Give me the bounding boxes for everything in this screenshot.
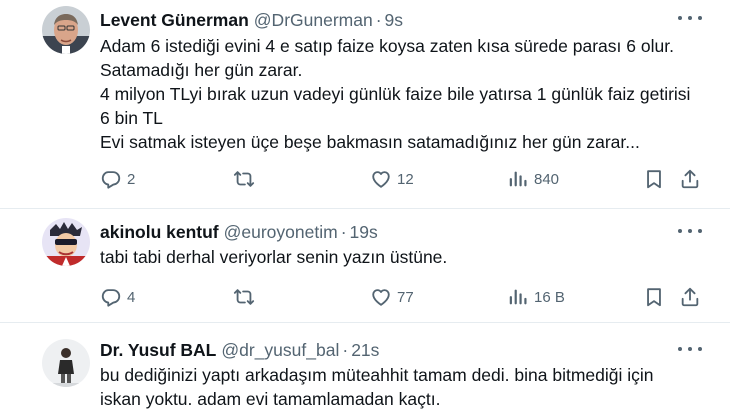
- more-icon[interactable]: [678, 339, 702, 359]
- reply-count: 2: [127, 170, 136, 188]
- avatar[interactable]: [42, 218, 90, 266]
- views-count: 840: [534, 170, 560, 188]
- avatar[interactable]: [42, 339, 90, 387]
- author-handle[interactable]: @dr_yusuf_bal: [221, 340, 339, 361]
- heart-icon: [370, 168, 392, 190]
- views-button[interactable]: 840: [507, 168, 559, 190]
- reply-count: 4: [127, 288, 136, 306]
- text-line: Satamadığı her gün zarar.: [100, 60, 303, 80]
- views-icon: [507, 286, 529, 308]
- avatar[interactable]: [42, 6, 90, 54]
- bookmark-icon: [643, 168, 665, 190]
- tweet-1[interactable]: Levent Günerman @DrGunerman · 9s Adam 6 …: [0, 0, 730, 208]
- share-icon: [679, 286, 701, 308]
- more-icon[interactable]: [678, 221, 702, 241]
- tweet-text: bu dediğinizi yaptı arkadaşım müteahhit …: [100, 363, 700, 411]
- separator: ·: [340, 221, 347, 242]
- text-line: tabi tabi derhal veriyorlar senin yazın …: [100, 247, 448, 267]
- retweet-icon: [233, 286, 255, 308]
- tweet-3[interactable]: Dr. Yusuf BAL @dr_yusuf_bal · 21s bu ded…: [0, 323, 730, 420]
- retweet-button[interactable]: [233, 286, 255, 308]
- bookmark-button[interactable]: [643, 168, 665, 190]
- tweet-actions: 4 77 16 B: [0, 286, 730, 310]
- like-button[interactable]: 77: [370, 286, 414, 308]
- text-line: bu dediğinizi yaptı arkadaşım müteahhit …: [100, 365, 654, 385]
- like-count: 77: [397, 288, 414, 306]
- tweet-text: Adam 6 istediği evini 4 e satıp faize ko…: [100, 34, 700, 154]
- separator: ·: [375, 9, 382, 30]
- author-name[interactable]: akinolu kentuf: [100, 222, 219, 243]
- views-icon: [507, 168, 529, 190]
- text-line: iskan yoktu. adam evi tamamlamadan kaçtı…: [100, 389, 441, 409]
- share-button[interactable]: [679, 168, 701, 190]
- share-button[interactable]: [679, 286, 701, 308]
- reply-icon: [100, 168, 122, 190]
- author-handle[interactable]: @DrGunerman: [254, 10, 373, 31]
- author-name[interactable]: Dr. Yusuf BAL: [100, 340, 216, 361]
- timestamp[interactable]: 19s: [350, 222, 378, 243]
- text-line: Evi satmak isteyen üçe beşe bakmasın sat…: [100, 132, 640, 152]
- tweet-header: akinolu kentuf @euroyonetim · 19s: [100, 221, 378, 243]
- like-count: 12: [397, 170, 414, 188]
- reply-icon: [100, 286, 122, 308]
- timestamp[interactable]: 9s: [385, 10, 403, 31]
- like-button[interactable]: 12: [370, 168, 414, 190]
- tweet-actions: 2 12 840: [0, 168, 730, 192]
- more-icon[interactable]: [678, 8, 702, 28]
- bookmark-icon: [643, 286, 665, 308]
- tweet-header: Levent Günerman @DrGunerman · 9s: [100, 9, 403, 31]
- retweet-icon: [233, 168, 255, 190]
- tweet-2[interactable]: akinolu kentuf @euroyonetim · 19s tabi t…: [0, 209, 730, 322]
- bookmark-button[interactable]: [643, 286, 665, 308]
- author-name[interactable]: Levent Günerman: [100, 10, 249, 31]
- separator: ·: [342, 339, 349, 360]
- retweet-button[interactable]: [233, 168, 255, 190]
- tweet-text: tabi tabi derhal veriyorlar senin yazın …: [100, 245, 700, 269]
- text-line: 6 bin TL: [100, 108, 163, 128]
- text-line: Adam 6 istediği evini 4 e satıp faize ko…: [100, 36, 674, 56]
- views-button[interactable]: 16 B: [507, 286, 565, 308]
- reply-button[interactable]: 2: [100, 168, 135, 190]
- share-icon: [679, 168, 701, 190]
- reply-button[interactable]: 4: [100, 286, 135, 308]
- author-handle[interactable]: @euroyonetim: [224, 222, 338, 243]
- heart-icon: [370, 286, 392, 308]
- tweet-header: Dr. Yusuf BAL @dr_yusuf_bal · 21s: [100, 339, 379, 361]
- timestamp[interactable]: 21s: [351, 340, 379, 361]
- text-line: 4 milyon TLyi bırak uzun vadeyi günlük f…: [100, 84, 691, 104]
- views-count: 16 B: [534, 288, 565, 306]
